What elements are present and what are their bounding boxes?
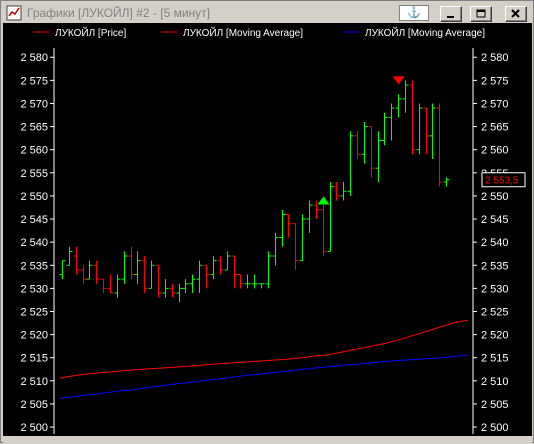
y-tick-label-left: 2 510 <box>20 376 48 388</box>
y-tick-label-right: 2 520 <box>481 330 509 342</box>
chart-window: Графики [ЛУКОЙЛ] #2 - [5 минут] ⚓ ЛУКОЙЛ… <box>0 0 534 444</box>
y-tick-label-left: 2 580 <box>20 52 48 64</box>
y-tick-label-right: 2 525 <box>481 306 509 318</box>
y-tick-label-right: 2 500 <box>481 422 509 434</box>
y-tick-label-right: 2 545 <box>481 214 509 226</box>
moving-average-blue-line <box>59 354 469 399</box>
chart-app-icon[interactable] <box>6 5 22 21</box>
maximize-icon <box>476 9 486 18</box>
price-chart[interactable]: ЛУКОЙЛ [Price] ЛУКОЙЛ [Moving Average] ЛУК… <box>3 23 532 436</box>
window-title: Графики [ЛУКОЙЛ] #2 - [5 минут] <box>27 6 210 20</box>
y-tick-label-right: 2 510 <box>481 376 509 388</box>
y-tick-label-left: 2 555 <box>20 168 48 180</box>
anchor-icon: ⚓ <box>407 7 421 19</box>
close-button[interactable] <box>505 6 527 22</box>
y-tick-label-left: 2 545 <box>20 214 48 226</box>
y-tick-label-right: 2 535 <box>481 260 509 272</box>
y-tick-label-right: 2 550 <box>481 191 509 203</box>
legend-label: ЛУКОЙЛ [Price] <box>55 26 126 39</box>
y-tick-label-left: 2 550 <box>20 191 48 203</box>
moving-average-red-line <box>59 319 469 379</box>
y-tick-label-right: 2 575 <box>481 75 509 87</box>
close-icon <box>511 9 520 18</box>
sell-signal-marker <box>392 76 405 85</box>
minimize-button[interactable] <box>440 6 462 22</box>
chart-area[interactable]: ЛУКОЙЛ [Price] ЛУКОЙЛ [Moving Average] ЛУК… <box>3 23 532 436</box>
last-price-label: 2 553,5 <box>485 176 519 187</box>
y-tick-label-right: 2 560 <box>481 145 509 157</box>
y-tick-label-left: 2 520 <box>20 330 48 342</box>
y-tick-label-left: 2 570 <box>20 98 48 110</box>
y-tick-label-left: 2 575 <box>20 75 48 87</box>
anchor-button[interactable]: ⚓ <box>399 5 429 21</box>
y-tick-label-left: 2 505 <box>20 399 48 411</box>
y-tick-label-right: 2 515 <box>481 353 509 365</box>
y-tick-label-right: 2 540 <box>481 237 509 249</box>
legend-label: ЛУКОЙЛ [Moving Average] <box>183 26 303 39</box>
y-tick-label-right: 2 580 <box>481 52 509 64</box>
maximize-button[interactable] <box>470 6 492 22</box>
y-tick-label-left: 2 560 <box>20 145 48 157</box>
y-tick-label-left: 2 565 <box>20 122 48 134</box>
y-tick-label-right: 2 570 <box>481 98 509 110</box>
y-tick-label-right: 2 565 <box>481 122 509 134</box>
y-tick-label-left: 2 515 <box>20 353 48 365</box>
y-tick-label-left: 2 525 <box>20 306 48 318</box>
y-tick-label-left: 2 530 <box>20 283 48 295</box>
y-tick-label-right: 2 505 <box>481 399 509 411</box>
buy-signal-marker <box>317 196 330 205</box>
y-tick-label-left: 2 500 <box>20 422 48 434</box>
y-tick-label-left: 2 540 <box>20 237 48 249</box>
title-bar[interactable]: Графики [ЛУКОЙЛ] #2 - [5 минут] ⚓ <box>3 3 532 23</box>
y-tick-label-right: 2 530 <box>481 283 509 295</box>
y-tick-label-left: 2 535 <box>20 260 48 272</box>
minimize-icon <box>447 16 454 18</box>
legend-label: ЛУКОЙЛ [Moving Average] <box>365 26 485 39</box>
